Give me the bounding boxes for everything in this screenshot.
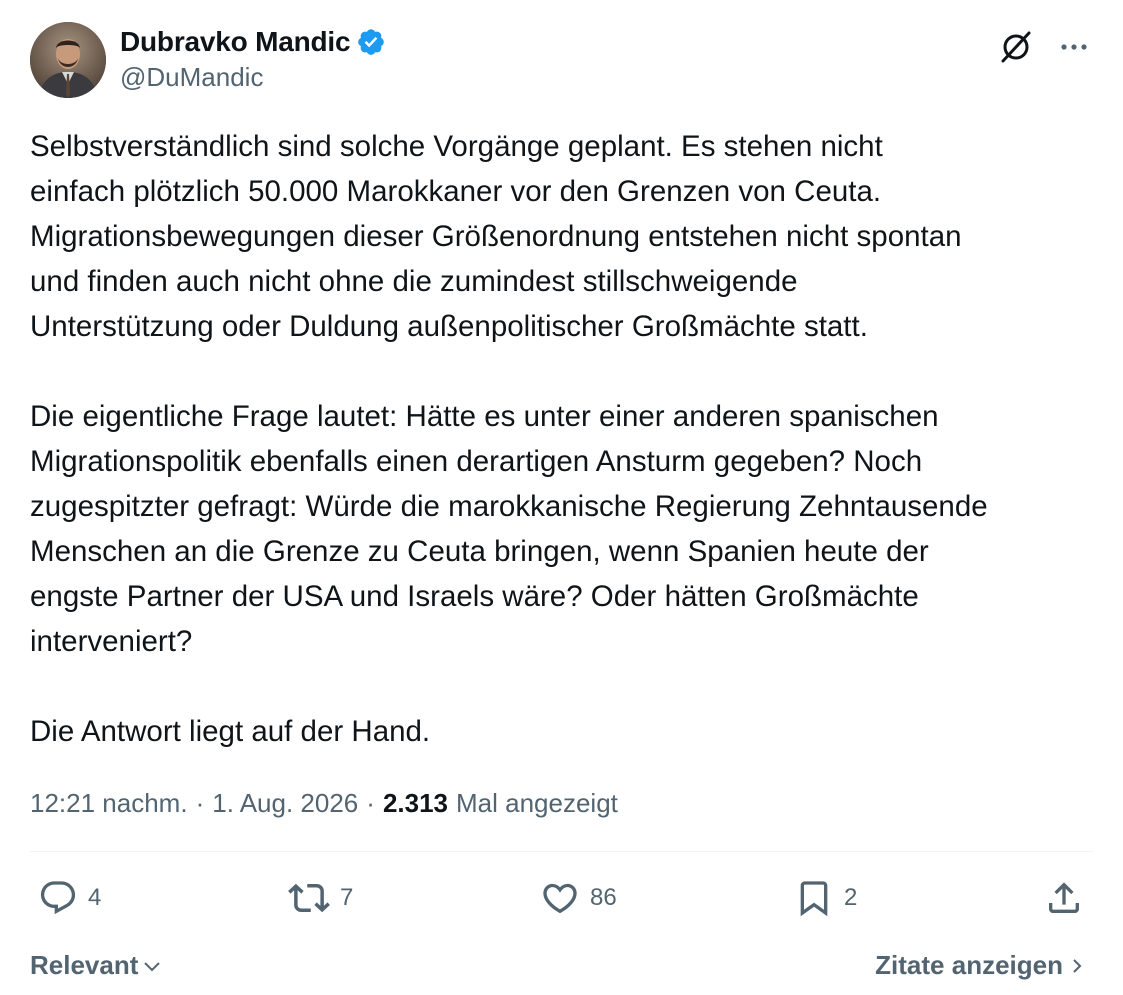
post-header: Dubravko Mandic @DuMandic (30, 22, 1093, 102)
quotes-label: Zitate anzeigen (875, 950, 1063, 980)
author-info: Dubravko Mandic @DuMandic (120, 24, 386, 93)
post-meta: 12:21 nachm. · 1. Aug. 2026 · 2.313 Mal … (30, 788, 1093, 819)
meta-separator: · (366, 788, 375, 818)
bookmark-count: 2 (844, 884, 858, 911)
header-actions (997, 28, 1093, 66)
verified-badge-icon[interactable] (356, 27, 386, 57)
action-bar: 4 7 86 2 (30, 852, 1093, 944)
grok-icon[interactable] (997, 28, 1035, 66)
like-button[interactable]: 86 (540, 878, 617, 918)
view-quotes-link[interactable]: Zitate anzeigen (875, 950, 1087, 981)
repost-count: 7 (340, 884, 354, 911)
share-icon (1049, 882, 1079, 913)
repost-icon (288, 883, 330, 913)
repost-button[interactable]: 7 (288, 877, 353, 919)
post-time[interactable]: 12:21 nachm. (30, 788, 188, 819)
reply-icon (40, 881, 76, 915)
heart-icon (543, 883, 577, 914)
reply-button[interactable]: 4 (38, 878, 101, 918)
share-button[interactable] (1044, 878, 1084, 918)
display-name[interactable]: Dubravko Mandic (120, 26, 351, 58)
views-label: Mal angezeigt (456, 788, 618, 818)
more-options-icon[interactable] (1055, 28, 1093, 66)
like-count: 86 (590, 884, 617, 911)
post-date[interactable]: 1. Aug. 2026 (212, 788, 358, 819)
chevron-down-icon (144, 961, 161, 971)
sort-dropdown[interactable]: Relevant (30, 950, 164, 981)
handle[interactable]: @DuMandic (120, 62, 386, 93)
sort-label: Relevant (30, 950, 139, 980)
post-text: Selbstverständlich sind solche Vorgänge … (30, 130, 988, 748)
reply-count: 4 (88, 884, 102, 911)
replies-footer: Relevant Zitate anzeigen (30, 944, 1093, 995)
views-count: 2.313 (382, 788, 449, 818)
chevron-right-icon (1073, 958, 1082, 973)
name-row: Dubravko Mandic (120, 24, 386, 60)
bookmark-button[interactable]: 2 (794, 878, 857, 918)
post: Dubravko Mandic @DuMandic Selbstverständ… (30, 22, 1093, 995)
meta-separator: · (195, 788, 205, 818)
bookmark-icon (800, 881, 828, 917)
avatar[interactable] (30, 22, 106, 98)
